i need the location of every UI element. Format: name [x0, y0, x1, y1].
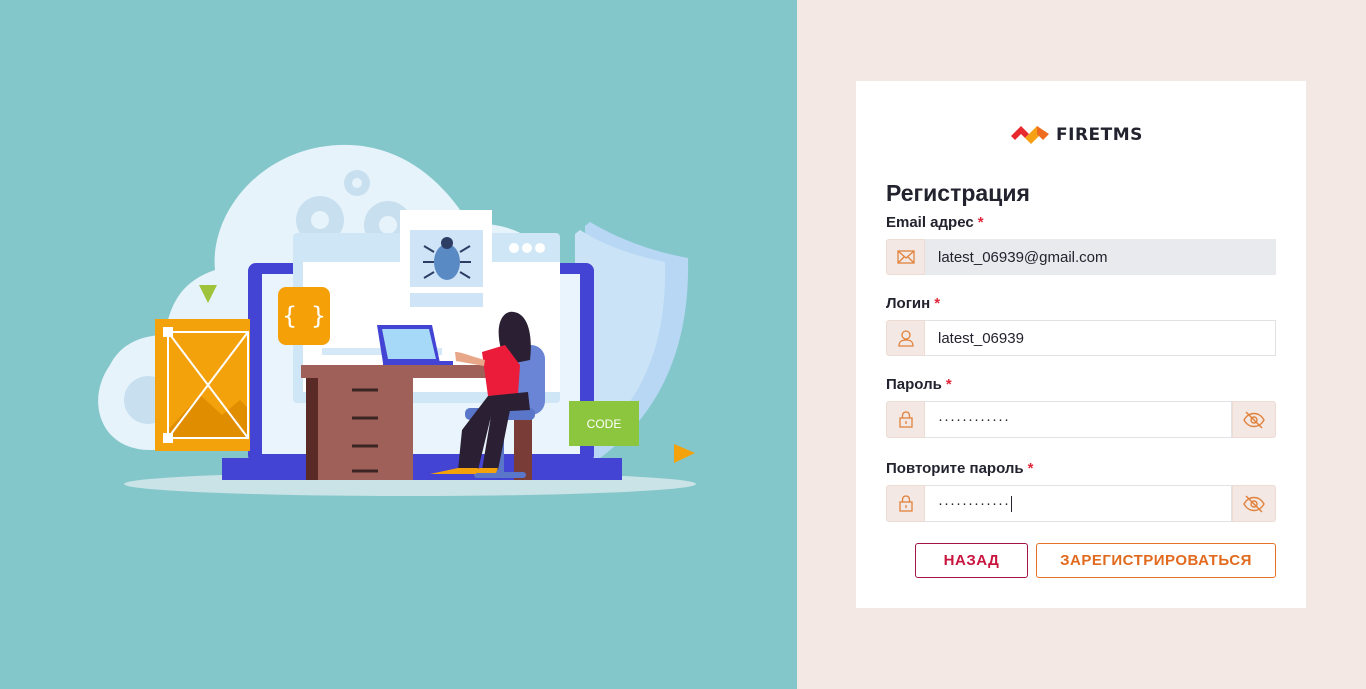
- password-label: Пароль *: [886, 376, 952, 393]
- password-input[interactable]: ············: [925, 401, 1232, 438]
- email-input[interactable]: latest_06939@gmail.com: [925, 239, 1276, 275]
- braces-text: { }: [282, 302, 325, 330]
- password-field[interactable]: ············: [886, 401, 1276, 438]
- developer-illustration: { } CODE: [98, 144, 696, 496]
- logo: FIRETMS: [1010, 121, 1143, 149]
- envelope-icon: [896, 250, 915, 264]
- password-repeat-label: Повторите пароль *: [886, 460, 1033, 477]
- password-addon: [886, 401, 925, 438]
- required-mark: *: [977, 214, 984, 231]
- password-label-text: Пароль: [886, 376, 942, 393]
- logo-text: FIRETMS: [1056, 125, 1143, 145]
- eye-off-icon: [1243, 494, 1265, 513]
- user-icon: [897, 329, 914, 347]
- login-addon: [886, 320, 925, 356]
- password-repeat-field[interactable]: ············: [886, 485, 1276, 522]
- required-mark: *: [945, 376, 952, 393]
- text-caret: [1010, 495, 1012, 512]
- bug-icon: [434, 244, 460, 280]
- back-button[interactable]: НАЗАД: [915, 543, 1028, 578]
- required-mark: *: [1027, 460, 1034, 477]
- register-button[interactable]: ЗАРЕГИСТРИРОВАТЬСЯ: [1036, 543, 1276, 578]
- triangle-right: [674, 444, 695, 463]
- code-text: CODE: [587, 417, 622, 431]
- form-panel: FIRETMS Регистрация Email адрес * latest_…: [797, 0, 1366, 689]
- firetms-logo-icon: [1011, 126, 1049, 144]
- lock-icon: [898, 411, 913, 428]
- required-mark: *: [934, 295, 941, 312]
- page-title: Регистрация: [886, 180, 1030, 206]
- email-label: Email адрес *: [886, 214, 984, 231]
- eye-off-icon: [1243, 410, 1265, 429]
- login-input[interactable]: latest_06939: [925, 320, 1276, 356]
- login-label: Логин *: [886, 295, 940, 312]
- password-toggle-button[interactable]: [1232, 401, 1276, 438]
- email-field[interactable]: latest_06939@gmail.com: [886, 239, 1276, 275]
- registration-card: FIRETMS Регистрация Email адрес * latest_…: [856, 81, 1306, 608]
- email-addon: [886, 239, 925, 275]
- email-label-text: Email адрес: [886, 214, 974, 231]
- password-repeat-toggle-button[interactable]: [1232, 485, 1276, 522]
- password-repeat-value: ············: [938, 495, 1010, 512]
- login-label-text: Логин: [886, 295, 931, 312]
- lock-icon: [898, 495, 913, 512]
- password-value: ············: [938, 411, 1010, 428]
- login-field[interactable]: latest_06939: [886, 320, 1276, 356]
- illustration-panel: { } CODE: [0, 0, 797, 689]
- password-repeat-addon: [886, 485, 925, 522]
- password-repeat-input[interactable]: ············: [925, 485, 1232, 522]
- password-repeat-label-text: Повторите пароль: [886, 460, 1024, 477]
- desk-top: [301, 365, 511, 378]
